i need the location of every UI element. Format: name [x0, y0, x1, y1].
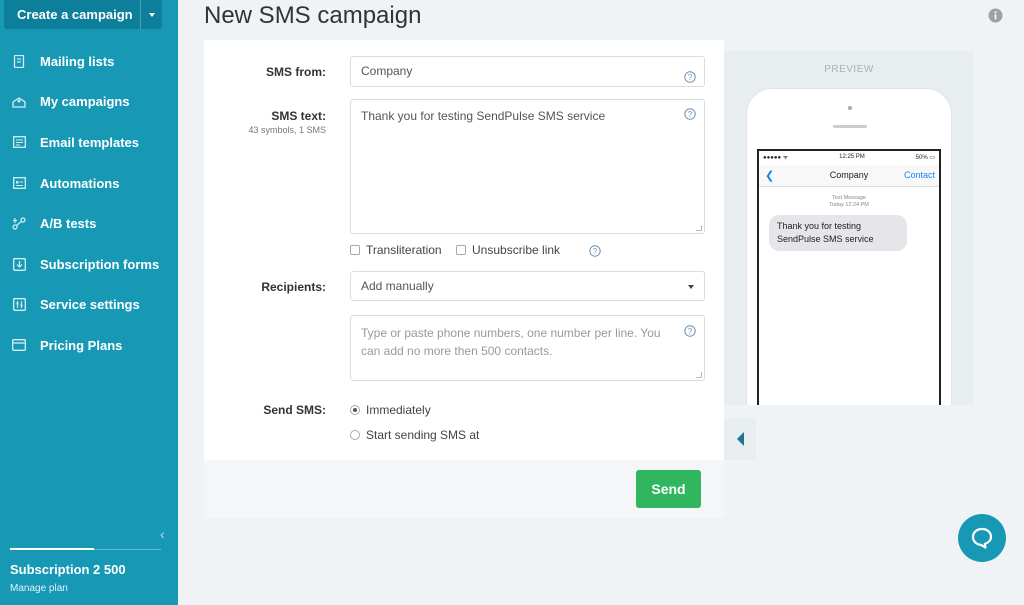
sidebar-item-email-templates[interactable]: Email templates: [0, 122, 178, 163]
speaker-icon: [833, 125, 867, 128]
sidebar-item-service-settings[interactable]: Service settings: [0, 285, 178, 326]
help-icon[interactable]: ?: [684, 324, 696, 337]
contact-link: Contact: [903, 170, 935, 180]
subscription-title: Subscription 2 500: [10, 562, 126, 577]
sms-from-label: SMS from:: [266, 65, 326, 79]
sidebar-item-mailing-lists[interactable]: Mailing lists: [0, 41, 178, 82]
chevron-down-icon[interactable]: [140, 0, 162, 29]
checkbox-box[interactable]: [350, 245, 360, 255]
svg-text:?: ?: [593, 247, 598, 256]
phone-screen: ●●●●● ᯤ 12:25 PM 50% ▭ ❮ Company Contact…: [757, 149, 941, 405]
sms-from-value: Company: [361, 64, 413, 78]
help-icon[interactable]: ?: [684, 108, 696, 120]
chevron-left-icon[interactable]: ‹: [160, 526, 165, 542]
create-campaign-button[interactable]: Create a campaign: [4, 0, 162, 29]
sms-from-input[interactable]: Company ?: [350, 56, 705, 87]
svg-text:?: ?: [688, 110, 693, 119]
checkbox-box[interactable]: [456, 245, 466, 255]
sidebar-item-label: Automations: [40, 175, 120, 191]
form-icon: [12, 257, 26, 271]
sidebar-item-label: Email templates: [40, 134, 139, 150]
recipients-selected-value: Add manually: [361, 279, 434, 293]
sidebar-item-my-campaigns[interactable]: My campaigns: [0, 82, 178, 123]
resize-handle-icon[interactable]: [696, 372, 702, 378]
help-icon[interactable]: ?: [684, 65, 696, 83]
radio-immediately-label: Immediately: [366, 403, 431, 417]
svg-text:?: ?: [688, 327, 693, 336]
sidebar-item-ab-tests[interactable]: A/B tests: [0, 203, 178, 244]
message-header: ❮ Company Contact: [759, 165, 939, 187]
info-icon[interactable]: [988, 8, 1003, 23]
sidebar-item-label: A/B tests: [40, 216, 97, 232]
subscription-usage-bar: [10, 548, 161, 550]
wallet-icon: [12, 338, 26, 352]
recipients-select[interactable]: Add manually: [350, 271, 705, 301]
sidebar-item-label: Subscription forms: [40, 256, 160, 272]
sms-text-counter: 43 symbols, 1 SMS: [248, 125, 326, 135]
chat-bubble-icon: [971, 527, 993, 549]
address-book-icon: [12, 54, 26, 68]
recipients-label: Recipients:: [261, 280, 326, 294]
send-button[interactable]: Send: [636, 470, 701, 508]
radio-schedule[interactable]: Start sending SMS at: [350, 428, 479, 442]
template-icon: [12, 135, 26, 149]
phone-status-bar: ●●●●● ᯤ 12:25 PM 50% ▭: [759, 151, 939, 163]
signal-icon: ●●●●● ᯤ: [763, 155, 789, 161]
transliteration-label: Transliteration: [366, 243, 442, 257]
svg-text:?: ?: [688, 73, 693, 82]
sms-text-label: SMS text:: [271, 109, 326, 123]
sidebar: Create a campaign Mailing lists My campa…: [0, 0, 178, 605]
radio-dot[interactable]: [350, 430, 360, 440]
transliteration-checkbox[interactable]: Transliteration: [350, 243, 442, 257]
sidebar-item-pricing-plans[interactable]: Pricing Plans: [0, 325, 178, 366]
campaign-icon: [12, 95, 26, 109]
radio-dot[interactable]: [350, 405, 360, 415]
sidebar-item-automations[interactable]: Automations: [0, 163, 178, 204]
page-title: New SMS campaign: [204, 2, 422, 29]
phone-numbers-textarea[interactable]: Type or paste phone numbers, one number …: [350, 315, 705, 381]
unsubscribe-link-checkbox[interactable]: Unsubscribe link: [456, 243, 560, 257]
unsubscribe-link-label: Unsubscribe link: [472, 243, 561, 257]
sidebar-nav: Mailing lists My campaigns Email templat…: [0, 41, 178, 366]
split-test-icon: [12, 217, 26, 231]
chevron-down-icon: [688, 285, 694, 289]
sidebar-item-label: Pricing Plans: [40, 337, 123, 353]
support-chat-button[interactable]: [958, 514, 1006, 562]
message-meta: Text Message: [832, 195, 866, 201]
message-bubble: Thank you for testing SendPulse SMS serv…: [769, 215, 907, 251]
phone-numbers-placeholder: Type or paste phone numbers, one number …: [361, 326, 661, 358]
help-icon[interactable]: ?: [589, 244, 601, 257]
sms-text-textarea[interactable]: Thank you for testing SendPulse SMS serv…: [350, 99, 705, 234]
sms-preview-panel: PREVIEW ●●●●● ᯤ 12:25 PM 50% ▭ ❮ Company…: [724, 51, 974, 405]
resize-handle-icon[interactable]: [696, 225, 702, 231]
preview-label: PREVIEW: [824, 64, 874, 75]
create-campaign-label: Create a campaign: [17, 7, 133, 22]
message-time: Today 12:24 PM: [829, 202, 869, 208]
preview-toggle-button[interactable]: [724, 418, 756, 460]
sidebar-item-label: Mailing lists: [40, 53, 115, 69]
sidebar-item-label: My campaigns: [40, 94, 130, 110]
settings-sliders-icon: [12, 298, 26, 312]
sidebar-item-label: Service settings: [40, 297, 140, 313]
phone-time: 12:25 PM: [839, 154, 865, 160]
sms-text-value: Thank you for testing SendPulse SMS serv…: [361, 109, 606, 123]
manage-plan-link[interactable]: Manage plan: [10, 583, 68, 594]
battery-level: 50%: [915, 154, 928, 161]
camera-icon: [848, 106, 852, 110]
radio-immediately[interactable]: Immediately: [350, 403, 431, 417]
sidebar-item-subscription-forms[interactable]: Subscription forms: [0, 244, 178, 285]
phone-mockup: ●●●●● ᯤ 12:25 PM 50% ▭ ❮ Company Contact…: [746, 88, 952, 405]
send-sms-label: Send SMS:: [263, 403, 326, 417]
automation-icon: [12, 176, 26, 190]
radio-schedule-label: Start sending SMS at: [366, 428, 480, 442]
battery-icon: 50% ▭: [915, 154, 935, 161]
sms-campaign-form: SMS from: Company ? SMS text: 43 symbols…: [204, 40, 724, 518]
